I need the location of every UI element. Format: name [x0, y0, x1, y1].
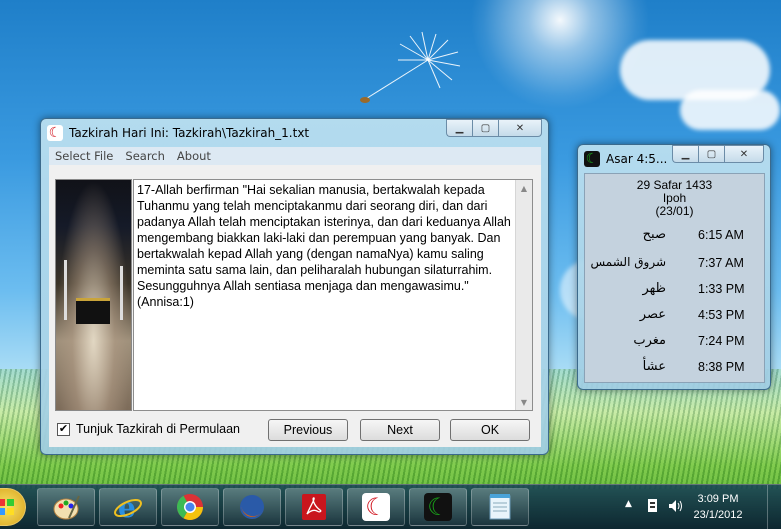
show-desktop-button[interactable]: [767, 485, 781, 529]
acrobat-icon: [302, 494, 326, 520]
prayer-row-maghrib: مغرب 7:24 PM: [585, 330, 766, 352]
kaaba-image: [55, 179, 132, 411]
chrome-icon: [176, 494, 204, 521]
ie-icon: e: [114, 492, 142, 522]
next-button[interactable]: Next: [360, 419, 440, 441]
start-button[interactable]: [0, 488, 26, 526]
tazkirah-app-icon: ☾: [362, 493, 390, 521]
taskbar-acrobat[interactable]: [285, 488, 343, 526]
minimize-button[interactable]: ▁: [446, 119, 472, 137]
window-title: Tazkirah Hari Ini: Tazkirah\Tazkirah_1.t…: [69, 126, 310, 140]
prayer-time: 7:24 PM: [698, 334, 745, 348]
prayer-row-syuruk: شروق الشمس 7:37 AM: [585, 252, 766, 274]
prayer-name: مغرب: [633, 333, 666, 348]
taskbar: e ☾ ☾ ▲ 3:09 PM 23/1/2012: [0, 484, 781, 529]
menu-select-file[interactable]: Select File: [49, 149, 119, 163]
crescent-green-icon: ☾: [584, 151, 600, 167]
firefox-icon: [240, 495, 264, 519]
maximize-button[interactable]: ▢: [472, 119, 498, 137]
maximize-button[interactable]: ▢: [698, 145, 724, 163]
waktu-solat-app-icon: ☾: [424, 493, 452, 521]
prayer-row-asar: عصر 4:53 PM: [585, 304, 766, 326]
startup-checkbox-row[interactable]: ✔ Tunjuk Tazkirah di Permulaan: [57, 422, 240, 436]
taskbar-waktu-solat[interactable]: ☾: [409, 488, 467, 526]
prayer-row-zohor: ظهر 1:33 PM: [585, 278, 766, 300]
prayer-name: ظهر: [642, 281, 666, 296]
prayer-times-panel: 29 Safar 1433 Ipoh (23/01) صبح 6:15 AM ش…: [584, 173, 765, 383]
menu-bar: Select File Search About: [49, 147, 541, 165]
ok-button[interactable]: OK: [450, 419, 530, 441]
windows-logo-icon: [0, 499, 14, 515]
crescent-red-icon: ☾: [47, 125, 63, 141]
volume-icon[interactable]: [667, 498, 683, 514]
tazkirah-client: 17-Allah berfirman "Hai sekalian manusia…: [49, 165, 541, 447]
clock-date: 23/1/2012: [693, 509, 743, 521]
prayer-time: 8:38 PM: [698, 360, 745, 374]
dandelion-icon: [360, 31, 461, 103]
show-hidden-icons-icon[interactable]: ▲: [625, 499, 632, 509]
taskbar-chrome[interactable]: [161, 488, 219, 526]
prayer-window-title: Asar 4:5...: [606, 152, 668, 166]
taskbar-paint[interactable]: [37, 488, 95, 526]
action-center-icon[interactable]: [646, 498, 660, 514]
startup-checkbox[interactable]: ✔: [57, 422, 70, 436]
prayer-row-isyak: عشأ 8:38 PM: [585, 356, 766, 378]
scroll-up-icon[interactable]: ▲: [516, 180, 532, 196]
cloud: [680, 90, 780, 130]
startup-checkbox-label: Tunjuk Tazkirah di Permulaan: [76, 422, 240, 436]
prayer-name: صبح: [642, 227, 666, 242]
prayer-time: 7:37 AM: [698, 256, 744, 270]
prayer-times-window: ☾ Asar 4:5... ▁ ▢ ✕ 29 Safar 1433 Ipoh (…: [577, 144, 771, 390]
close-button[interactable]: ✕: [724, 145, 764, 163]
paint-icon: [53, 495, 80, 520]
notepad-icon: [489, 494, 511, 520]
clock-time: 3:09 PM: [697, 493, 739, 505]
prayer-name: عشأ: [642, 359, 666, 374]
zone-code: (23/01): [655, 204, 694, 218]
taskbar-firefox[interactable]: [223, 488, 281, 526]
prayer-time: 4:53 PM: [698, 308, 745, 322]
tazkirah-titlebar[interactable]: ☾ Tazkirah Hari Ini: Tazkirah\Tazkirah_1…: [41, 119, 548, 147]
menu-search[interactable]: Search: [119, 149, 171, 163]
menu-about[interactable]: About: [171, 149, 217, 163]
close-button[interactable]: ✕: [498, 119, 542, 137]
prayer-time: 6:15 AM: [698, 228, 744, 242]
tazkirah-text: 17-Allah berfirman "Hai sekalian manusia…: [137, 183, 511, 309]
system-clock[interactable]: 3:09 PM 23/1/2012: [683, 491, 753, 523]
taskbar-ie[interactable]: e: [99, 488, 157, 526]
prayer-name: عصر: [639, 307, 666, 322]
taskbar-notepad[interactable]: [471, 488, 529, 526]
vertical-scrollbar[interactable]: ▲ ▼: [515, 180, 532, 410]
tazkirah-text-box[interactable]: 17-Allah berfirman "Hai sekalian manusia…: [133, 179, 533, 411]
prayer-titlebar[interactable]: ☾ Asar 4:5... ▁ ▢ ✕: [578, 145, 770, 173]
tazkirah-window: ☾ Tazkirah Hari Ini: Tazkirah\Tazkirah_1…: [40, 118, 549, 455]
prayer-name: شروق الشمس: [590, 255, 666, 269]
prayer-time: 1:33 PM: [698, 282, 745, 296]
taskbar-tazkirah[interactable]: ☾: [347, 488, 405, 526]
scroll-down-icon[interactable]: ▼: [516, 394, 532, 410]
prayer-row-subuh: صبح 6:15 AM: [585, 224, 766, 246]
minimize-button[interactable]: ▁: [672, 145, 698, 163]
previous-button[interactable]: Previous: [268, 419, 348, 441]
svg-text:e: e: [118, 492, 136, 522]
